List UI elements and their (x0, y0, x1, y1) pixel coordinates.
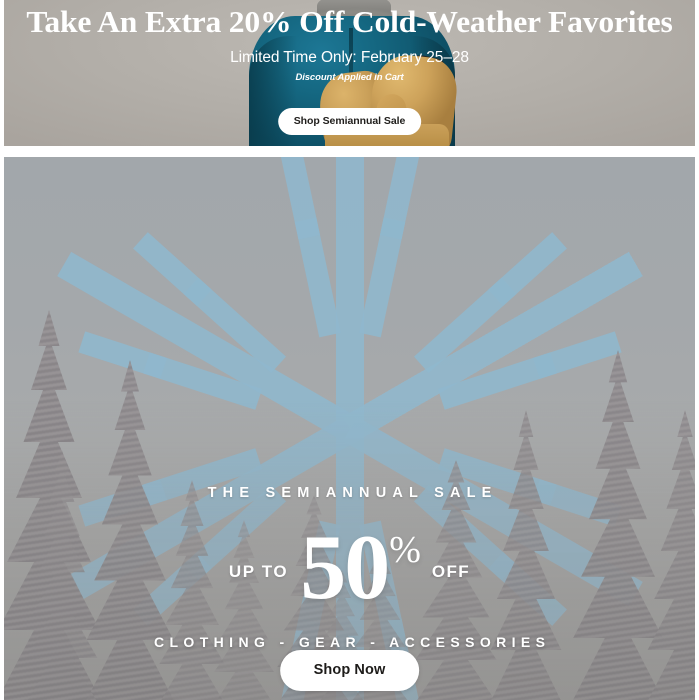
hero-banner: THE SEMIANNUAL SALE UP TO 50 % OFF CLOTH… (4, 157, 695, 700)
deal-number: 50 (300, 516, 390, 618)
deal-suffix: OFF (431, 562, 471, 581)
promo-subtitle: Limited Time Only: February 25–28 (230, 49, 469, 66)
promo-page: Take An Extra 20% Off Cold-Weather Favor… (0, 0, 699, 700)
shop-semiannual-sale-button[interactable]: Shop Semiannual Sale (277, 108, 422, 135)
deal-percent-sign: % (389, 529, 421, 571)
promo-banner: Take An Extra 20% Off Cold-Weather Favor… (4, 0, 695, 146)
deal-prefix: UP TO (228, 562, 289, 581)
promo-headline: Take An Extra 20% Off Cold-Weather Favor… (26, 4, 673, 39)
hero-deal: UP TO 50 % OFF (4, 516, 695, 618)
promo-fine-print: Discount Applied in Cart (295, 72, 404, 83)
section-divider (0, 146, 699, 157)
promo-banner-content: Take An Extra 20% Off Cold-Weather Favor… (4, 0, 695, 146)
hero-categories: CLOTHING - GEAR - ACCESSORIES (153, 634, 551, 650)
hero-content: THE SEMIANNUAL SALE UP TO 50 % OFF CLOTH… (4, 157, 695, 700)
shop-now-button[interactable]: Shop Now (279, 650, 420, 691)
hero-eyebrow: THE SEMIANNUAL SALE (207, 485, 498, 501)
